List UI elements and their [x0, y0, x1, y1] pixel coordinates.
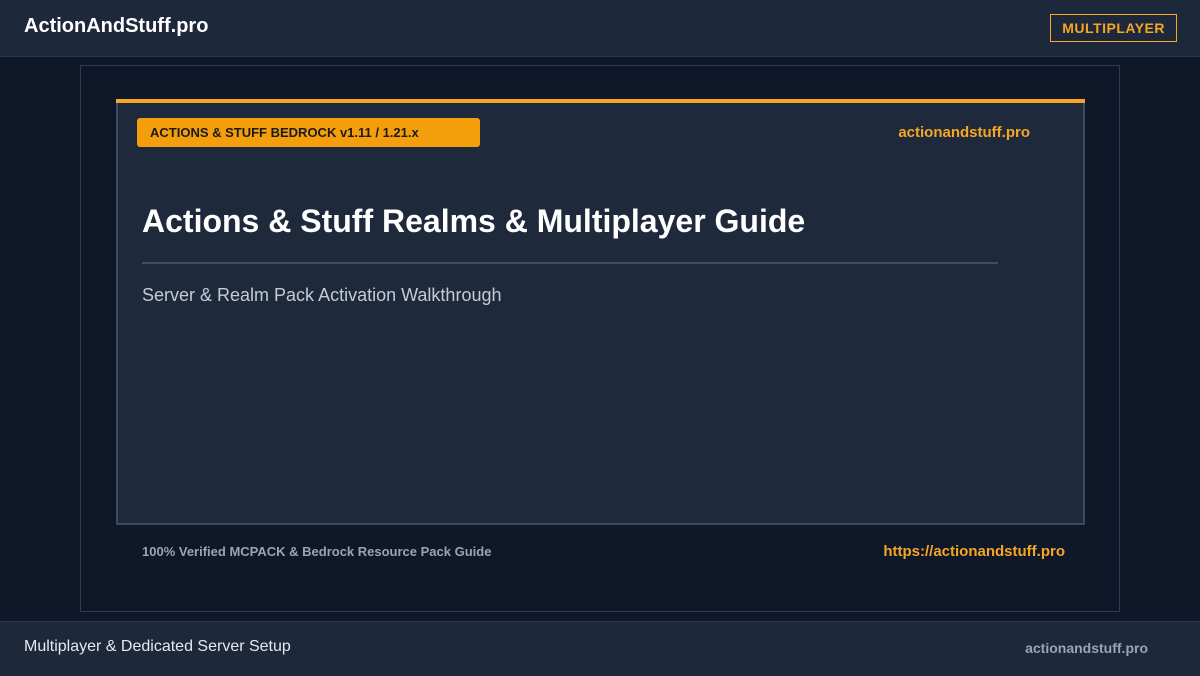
card-domain: actionandstuff.pro: [898, 124, 1030, 141]
verified-note: 100% Verified MCPACK & Bedrock Resource …: [142, 544, 492, 559]
site-name[interactable]: ActionAndStuff.pro: [24, 15, 208, 38]
multiplayer-badge: MULTIPLAYER: [1050, 14, 1177, 42]
top-bar: ActionAndStuff.pro MULTIPLAYER: [0, 0, 1200, 57]
page-subtitle: Server & Realm Pack Activation Walkthrou…: [142, 285, 502, 305]
bottom-domain: actionandstuff.pro: [1025, 640, 1148, 656]
guide-card: [116, 99, 1085, 525]
bottom-caption: Multiplayer & Dedicated Server Setup: [24, 638, 291, 655]
version-badge: ACTIONS & STUFF BEDROCK v1.11 / 1.21.x: [137, 118, 480, 147]
page-title: Actions & Stuff Realms & Multiplayer Gui…: [142, 203, 806, 239]
title-divider: [142, 262, 998, 264]
bottom-bar: Multiplayer & Dedicated Server Setup act…: [0, 621, 1200, 676]
site-url-link[interactable]: https://actionandstuff.pro: [883, 543, 1065, 560]
